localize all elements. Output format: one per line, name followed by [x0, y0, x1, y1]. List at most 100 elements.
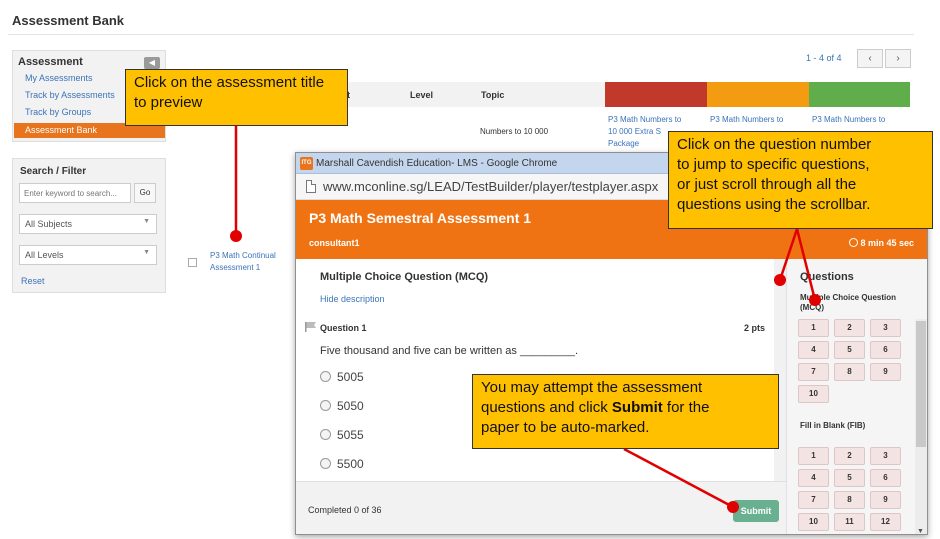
page-title: Assessment Bank	[12, 13, 124, 28]
question-number-button[interactable]: 10	[798, 385, 829, 403]
radio-button[interactable]	[320, 429, 331, 440]
column-header-color	[809, 82, 910, 107]
url-text: www.mconline.sg/LEAD/TestBuilder/player/…	[323, 179, 659, 194]
sidebar-item-my-assessments[interactable]: My Assessments	[25, 73, 93, 83]
filter-heading: Search / Filter	[20, 166, 87, 177]
chevron-left-icon[interactable]: ‹	[857, 49, 883, 68]
navigator-scrollbar[interactable]: ▼	[915, 319, 927, 534]
question-number-button[interactable]: 1	[798, 447, 829, 465]
sidebar-item-track-by-groups[interactable]: Track by Groups	[25, 107, 91, 117]
answer-option[interactable]: 5050	[320, 399, 364, 413]
row-checkbox[interactable]	[188, 258, 197, 267]
question-number-button[interactable]: 2	[834, 319, 865, 337]
question-number-button[interactable]: 4	[798, 341, 829, 359]
column-header-color	[605, 82, 707, 107]
subjects-select-value: All Subjects	[25, 219, 73, 229]
submit-button[interactable]: Submit	[733, 500, 779, 522]
question-number-button[interactable]: 2	[834, 447, 865, 465]
callout-emphasis: Submit	[611, 399, 663, 416]
question-number-button[interactable]: 5	[834, 469, 865, 487]
callout-jump-questions: Click on the question number to jump to …	[668, 131, 933, 229]
clock-icon	[849, 238, 859, 247]
question-number-button[interactable]: 10	[798, 513, 829, 531]
player-footer: Completed 0 of 36 Submit	[296, 481, 786, 534]
callout-line: paper to be auto-marked.	[481, 419, 650, 436]
sidebar-item-track-by-assessments[interactable]: Track by Assessments	[25, 90, 115, 100]
question-number: Question 1	[320, 323, 367, 333]
callout-submit: You may attempt the assessment questions…	[472, 374, 779, 449]
question-number-button[interactable]: 3	[870, 447, 901, 465]
search-input[interactable]	[19, 183, 131, 203]
collapse-sidebar-icon[interactable]: ◀	[144, 57, 160, 69]
question-number-button[interactable]: 8	[834, 363, 865, 381]
radio-button[interactable]	[320, 371, 331, 382]
table-cell-topic: Numbers to 10 000	[480, 127, 549, 136]
flag-icon[interactable]	[305, 322, 317, 332]
question-number-button[interactable]: 3	[870, 319, 901, 337]
subjects-select[interactable]: All Subjects ▼	[19, 214, 157, 234]
question-type-title: Multiple Choice Question (MCQ)	[320, 271, 489, 283]
question-number-button[interactable]: 11	[834, 513, 865, 531]
callout-line: You may attempt the assessment	[481, 379, 703, 396]
timer-value: 8 min 45 sec	[860, 238, 914, 248]
question-number-button[interactable]: 6	[870, 469, 901, 487]
reset-link[interactable]: Reset	[21, 276, 45, 286]
table-cell-link[interactable]: P3 Math Numbers to	[710, 114, 783, 126]
pager-range: 1 - 4 of 4	[806, 53, 842, 63]
timer: 8 min 45 sec	[849, 238, 914, 248]
filter-panel: Search / Filter Go All Subjects ▼ All Le…	[12, 158, 166, 293]
radio-button[interactable]	[320, 400, 331, 411]
question-number-button[interactable]: 9	[870, 363, 901, 381]
question-navigator-title: Questions	[800, 271, 854, 283]
answer-option[interactable]: 5005	[320, 370, 364, 384]
callout-line: questions and click Submit for the	[481, 398, 770, 418]
answer-option[interactable]: 5500	[320, 457, 364, 471]
assessment-title-line: Assessment 1	[210, 263, 261, 272]
completion-status: Completed 0 of 36	[308, 505, 382, 515]
go-button[interactable]: Go	[134, 183, 156, 203]
table-cell-link-line: P3 Math Numbers to	[608, 115, 682, 124]
callout-text: questions and click	[481, 399, 612, 416]
column-header-level: Level	[410, 90, 434, 100]
page-icon	[306, 180, 316, 193]
question-number-button[interactable]: 6	[870, 341, 901, 359]
question-number-button[interactable]: 4	[798, 469, 829, 487]
levels-select-value: All Levels	[25, 250, 64, 260]
question-number-button[interactable]: 8	[834, 491, 865, 509]
app-favicon-icon: ITG	[300, 157, 313, 170]
answer-option[interactable]: 5055	[320, 428, 364, 442]
assessment-title-line: P3 Math Continual	[210, 251, 276, 260]
divider	[8, 34, 914, 35]
question-text: Five thousand and five can be written as…	[320, 345, 579, 357]
callout-preview: Click on the assessment title to preview	[125, 69, 348, 126]
hide-description-link[interactable]: Hide description	[320, 294, 385, 304]
question-navigator: Questions Multiple Choice Question (MCQ)…	[786, 259, 927, 534]
question-number-button[interactable]: 12	[870, 513, 901, 531]
question-points: 2 pts	[744, 323, 766, 333]
assessment-title-link[interactable]: P3 Math Continual Assessment 1	[210, 250, 276, 274]
sidebar-heading: Assessment	[18, 56, 83, 68]
callout-line: Click on the question number	[677, 136, 872, 153]
chevron-down-icon: ▼	[143, 218, 150, 225]
table-cell-link[interactable]: P3 Math Numbers to	[812, 114, 885, 126]
radio-button[interactable]	[320, 458, 331, 469]
callout-text: for the	[662, 399, 710, 416]
callout-line: questions using the scrollbar.	[677, 196, 871, 213]
answer-option-label: 5005	[337, 370, 364, 384]
question-number-button[interactable]: 5	[834, 341, 865, 359]
chevron-down-icon: ▼	[143, 249, 150, 256]
question-number-button[interactable]: 1	[798, 319, 829, 337]
callout-line: or just scroll through all the	[677, 176, 857, 193]
question-number-button[interactable]: 9	[870, 491, 901, 509]
answer-option-label: 5055	[337, 428, 364, 442]
chevron-down-icon[interactable]: ▼	[917, 528, 924, 534]
column-header-color	[707, 82, 809, 107]
levels-select[interactable]: All Levels ▼	[19, 245, 157, 265]
username: consultant1	[309, 238, 360, 248]
answer-option-label: 5050	[337, 399, 364, 413]
scrollbar-thumb[interactable]	[916, 321, 926, 447]
question-number-button[interactable]: 7	[798, 363, 829, 381]
answer-option-label: 5500	[337, 457, 364, 471]
chevron-right-icon[interactable]: ›	[885, 49, 911, 68]
question-number-button[interactable]: 7	[798, 491, 829, 509]
